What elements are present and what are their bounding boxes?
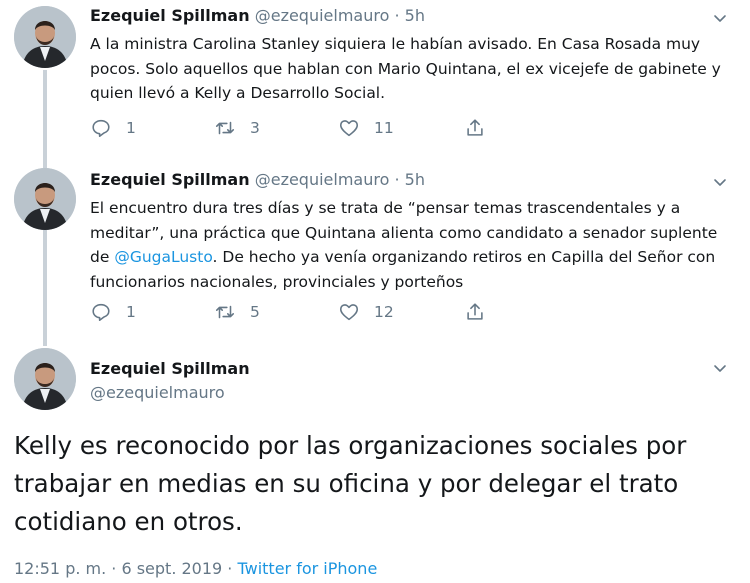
thread-tweet[interactable]: Ezequiel Spillman @ezequielmauro · 5h A … xyxy=(0,0,750,165)
tweet-text: El encuentro dura tres días y se trata d… xyxy=(90,196,730,294)
tweet-time[interactable]: 5h xyxy=(405,170,425,189)
chevron-down-icon[interactable] xyxy=(712,360,728,376)
like-count: 11 xyxy=(374,119,394,137)
mention-link[interactable]: @GugaLusto xyxy=(114,248,212,266)
author-handle[interactable]: @ezequielmauro xyxy=(90,383,225,402)
like-count: 12 xyxy=(374,303,394,321)
separator-dot: · xyxy=(394,6,400,25)
source-link[interactable]: Twitter for iPhone xyxy=(237,559,377,578)
author-name[interactable]: Ezequiel Spillman xyxy=(90,170,250,189)
tweet-text: A la ministra Carolina Stanley siquiera … xyxy=(90,35,721,102)
retweet-count: 5 xyxy=(250,303,260,321)
reply-count: 1 xyxy=(126,119,136,137)
share-icon xyxy=(464,117,486,139)
heart-icon xyxy=(338,117,360,139)
separator-dot: · xyxy=(394,170,400,189)
share-icon xyxy=(464,301,486,323)
main-tweet-text: Kelly es reconocido por las organizacion… xyxy=(14,431,687,536)
heart-icon xyxy=(338,301,360,323)
reply-button[interactable]: 1 xyxy=(90,117,136,139)
share-button[interactable] xyxy=(464,301,486,323)
retweet-icon xyxy=(214,117,236,139)
author-name[interactable]: Ezequiel Spillman xyxy=(90,6,250,25)
reply-icon xyxy=(90,301,112,323)
chevron-down-icon[interactable] xyxy=(712,174,728,190)
retweet-icon xyxy=(214,301,236,323)
tweet-timestamp[interactable]: 12:51 p. m. · 6 sept. 2019 · xyxy=(14,559,237,578)
avatar[interactable] xyxy=(14,6,76,68)
retweet-button[interactable]: 3 xyxy=(214,117,260,139)
retweet-button[interactable]: 5 xyxy=(214,301,260,323)
tweet-time[interactable]: 5h xyxy=(405,6,425,25)
author-handle[interactable]: @ezequielmauro xyxy=(255,170,390,189)
like-button[interactable]: 12 xyxy=(338,301,394,323)
main-tweet: Ezequiel Spillman @ezequielmauro Kelly e… xyxy=(0,345,750,583)
chevron-down-icon[interactable] xyxy=(712,10,728,26)
thread-tweet[interactable]: Ezequiel Spillman @ezequielmauro · 5h El… xyxy=(0,165,750,345)
reply-icon xyxy=(90,117,112,139)
avatar[interactable] xyxy=(14,348,76,410)
share-button[interactable] xyxy=(464,117,486,139)
author-name[interactable]: Ezequiel Spillman xyxy=(90,359,250,378)
like-button[interactable]: 11 xyxy=(338,117,394,139)
retweet-count: 3 xyxy=(250,119,260,137)
tweet-header: Ezequiel Spillman @ezequielmauro · 5h xyxy=(90,170,425,189)
tweet-meta: 12:51 p. m. · 6 sept. 2019 · Twitter for… xyxy=(14,559,377,578)
author-handle[interactable]: @ezequielmauro xyxy=(255,6,390,25)
avatar[interactable] xyxy=(14,168,76,230)
tweet-header: Ezequiel Spillman @ezequielmauro · 5h xyxy=(90,6,425,25)
reply-count: 1 xyxy=(126,303,136,321)
reply-button[interactable]: 1 xyxy=(90,301,136,323)
